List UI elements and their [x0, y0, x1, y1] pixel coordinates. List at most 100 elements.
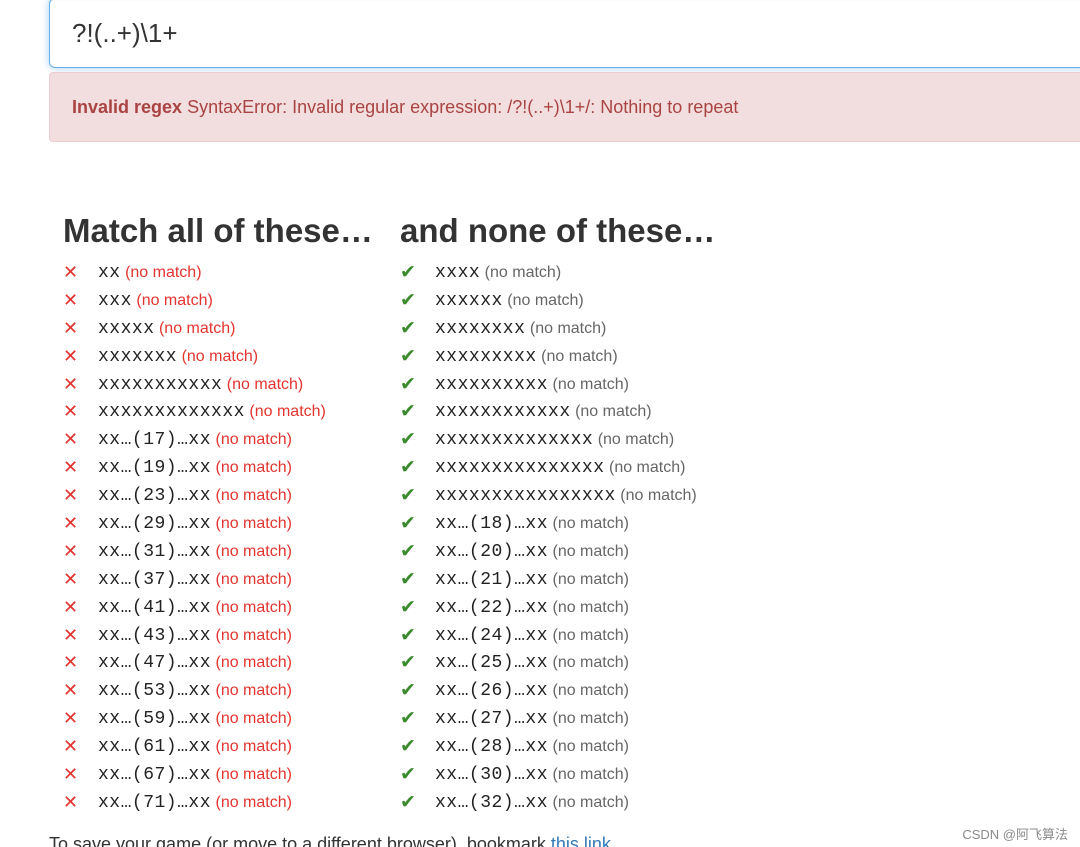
match-item: ✕ xx…(47)…xx (no match): [63, 649, 373, 677]
match-word: xx…(37)…xx: [98, 569, 212, 590]
match-word: xx…(23)…xx: [98, 486, 212, 507]
none-status: (no match): [484, 264, 562, 281]
check-icon: ✔: [400, 512, 416, 535]
match-status: (no match): [215, 682, 292, 700]
check-icon: ✔: [400, 790, 416, 813]
match-word: xxxxxxxxxxx: [98, 374, 223, 395]
match-heading: Match all of these…: [63, 212, 373, 249]
none-word: xxxxxxxxx: [435, 346, 537, 367]
check-icon: ✔: [400, 372, 416, 395]
cross-icon: ✕: [63, 596, 79, 618]
none-status: (no match): [620, 487, 697, 505]
match-status: (no match): [158, 319, 236, 337]
cross-icon: ✕: [63, 652, 79, 674]
match-word: xxxxx: [98, 318, 155, 339]
match-word: xx…(67)…xx: [98, 765, 212, 786]
match-status: (no match): [125, 264, 202, 281]
none-status: (no match): [529, 319, 607, 337]
match-status: (no match): [215, 515, 292, 533]
match-word: xx…(59)…xx: [98, 709, 212, 730]
match-item: ✕ xx…(17)…xx (no match): [63, 426, 373, 454]
cross-icon: ✕: [63, 345, 79, 367]
none-item: ✔ xx…(32)…xx (no match): [400, 789, 715, 817]
none-word: xx…(24)…xx: [435, 625, 549, 646]
none-item: ✔ xx…(28)…xx (no match): [400, 733, 715, 761]
none-word: xx…(22)…xx: [435, 597, 549, 618]
none-status: (no match): [552, 654, 629, 672]
match-item: ✕ xxxxxxxxxxx (no match): [63, 371, 373, 399]
regex-input[interactable]: [49, 0, 1080, 68]
match-item: ✕ xx…(67)…xx (no match): [63, 761, 373, 789]
none-word: xx…(26)…xx: [435, 681, 549, 702]
match-item: ✕ xx…(61)…xx (no match): [63, 733, 373, 761]
match-word: xx: [98, 263, 121, 283]
match-item: ✕ xx…(53)…xx (no match): [63, 677, 373, 705]
none-status: (no match): [552, 793, 629, 811]
match-status: (no match): [215, 487, 292, 505]
match-item: ✕ xx…(23)…xx (no match): [63, 482, 373, 510]
match-column: Match all of these… ✕ xx (no match) ✕ xxx (…: [63, 209, 373, 817]
none-item: ✔ xx…(30)…xx (no match): [400, 761, 715, 789]
cross-icon: ✕: [63, 429, 79, 451]
match-status: (no match): [215, 459, 292, 477]
watermark: CSDN @阿飞算法: [962, 827, 1068, 842]
cross-icon: ✕: [63, 401, 79, 423]
match-word: xx…(61)…xx: [98, 737, 212, 758]
cross-icon: ✕: [63, 485, 79, 507]
none-item: ✔ xx…(20)…xx (no match): [400, 538, 715, 566]
cross-icon: ✕: [63, 764, 79, 786]
match-item: ✕ xxxxx (no match): [63, 315, 373, 343]
match-list: ✕ xx (no match) ✕ xxx (no match) ✕ xxxxx (no …: [63, 259, 373, 817]
match-status: (no match): [136, 291, 213, 309]
match-status: (no match): [215, 654, 292, 672]
match-status: (no match): [181, 347, 259, 365]
check-icon: ✔: [400, 484, 416, 507]
match-word: xx…(41)…xx: [98, 597, 212, 618]
none-status: (no match): [552, 682, 629, 700]
cross-icon: ✕: [63, 736, 79, 758]
match-word: xxxxxxx: [98, 346, 178, 367]
none-column: and none of these… ✔ xxxx (no match) ✔ xxxx…: [400, 209, 715, 817]
match-status: (no match): [215, 626, 292, 644]
none-word: xx…(18)…xx: [435, 514, 549, 535]
none-word: xx…(21)…xx: [435, 569, 549, 590]
none-status: (no match): [552, 542, 629, 560]
match-word: xxxxxxxxxxxxx: [98, 402, 245, 423]
none-item: ✔ xxxxxxxxxxxxxxx (no match): [400, 454, 715, 482]
none-status: (no match): [608, 459, 686, 477]
none-list: ✔ xxxx (no match) ✔ xxxxxx (no match) ✔ xxxxx…: [400, 259, 715, 817]
none-word: xx…(20)…xx: [435, 541, 549, 562]
none-item: ✔ xxxxxxxxxxxx (no match): [400, 398, 715, 426]
none-word: xxxxxxxxxxxxxx: [435, 430, 594, 451]
bookmark-link[interactable]: this link: [551, 834, 611, 847]
none-item: ✔ xxxx (no match): [400, 259, 715, 287]
match-word: xx…(53)…xx: [98, 681, 212, 702]
cross-icon: ✕: [63, 791, 79, 813]
match-item: ✕ xx…(31)…xx (no match): [63, 538, 373, 566]
match-status: (no match): [226, 375, 304, 393]
check-icon: ✔: [400, 679, 416, 702]
match-item: ✕ xxx (no match): [63, 287, 373, 315]
none-item: ✔ xxxxxxxxxxxxxxxx (no match): [400, 482, 715, 510]
none-item: ✔ xx…(25)…xx (no match): [400, 649, 715, 677]
check-icon: ✔: [400, 735, 416, 758]
none-word: xxxxxxxxxxxx: [435, 402, 571, 423]
none-status: (no match): [541, 347, 618, 365]
none-word: xxxxxxxxxx: [435, 374, 549, 395]
match-status: (no match): [215, 766, 292, 784]
cross-icon: ✕: [63, 457, 79, 479]
none-status: (no match): [597, 431, 675, 449]
match-status: (no match): [215, 542, 292, 560]
none-item: ✔ xx…(21)…xx (no match): [400, 566, 715, 594]
none-item: ✔ xxxxxx (no match): [400, 287, 715, 315]
check-icon: ✔: [400, 400, 416, 423]
check-icon: ✔: [400, 261, 416, 283]
match-item: ✕ xx…(37)…xx (no match): [63, 566, 373, 594]
match-status: (no match): [249, 403, 326, 421]
none-word: xxxxxx: [435, 290, 503, 311]
check-icon: ✔: [400, 288, 416, 311]
none-item: ✔ xx…(18)…xx (no match): [400, 510, 715, 538]
none-word: xxxxxxxxxxxxxxx: [435, 458, 605, 479]
match-word: xx…(29)…xx: [98, 514, 212, 535]
match-word: xx…(43)…xx: [98, 625, 212, 646]
